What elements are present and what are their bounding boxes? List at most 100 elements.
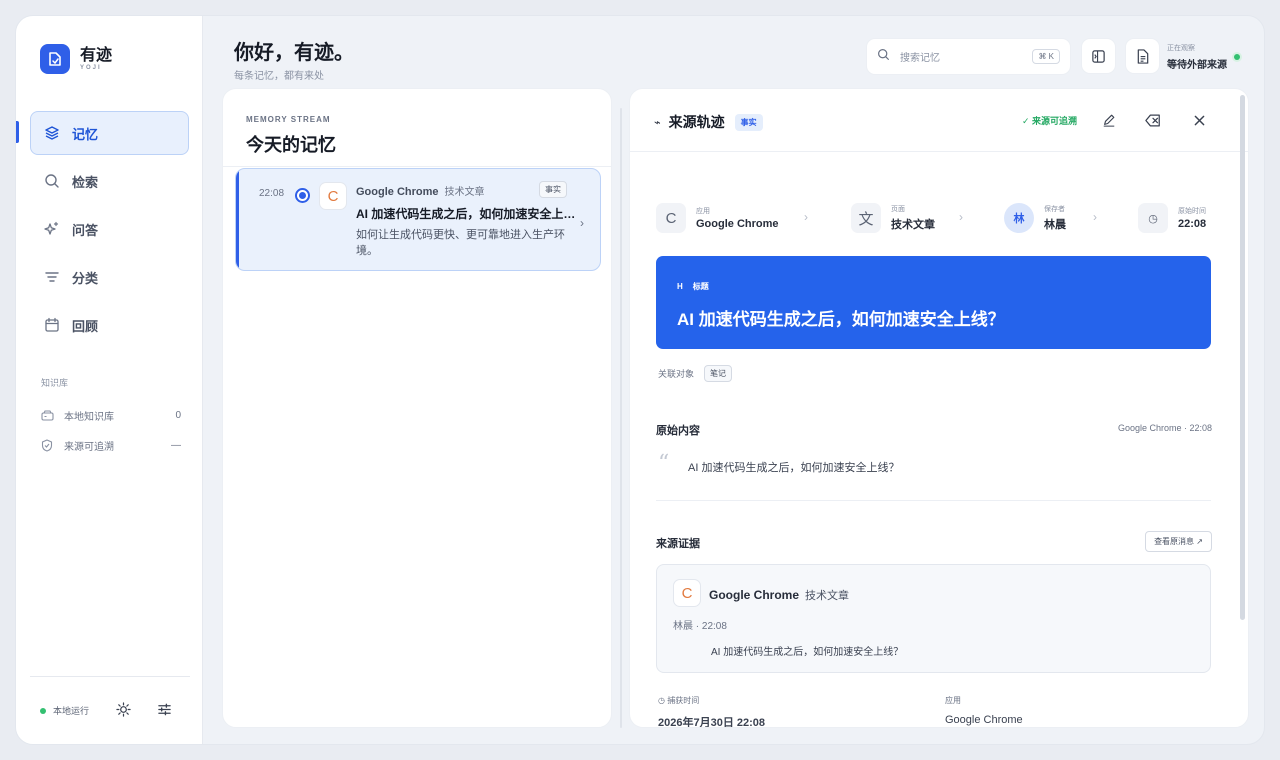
chrome-app-icon: C [319,182,347,210]
settings-button[interactable] [155,700,173,718]
nav-item-review[interactable]: 回顾 [30,303,189,347]
detail-title: ⌁ 来源轨迹 事实 [654,112,763,132]
memory-source-app: Google Chrome [356,186,439,198]
close-icon [1194,115,1204,125]
sidebar-divider [30,676,190,677]
toggle-panel-button[interactable] [1081,38,1116,74]
scrollbar[interactable] [1240,95,1245,620]
sidebar-panel-icon [1092,49,1105,63]
nav-item-search[interactable]: 检索 [30,159,189,203]
nav-label: 检索 [72,174,99,190]
nav-label: 记忆 [72,126,99,142]
original-quote: AI 加速代码生成之后，如何加速安全上线？ [688,462,900,474]
chevron-right-icon: › [804,210,808,224]
detail-header: ⌁ 来源轨迹 事实 ✓ 来源可追溯 [630,89,1248,152]
edit-button[interactable] [1100,111,1118,129]
chevron-right-icon: › [959,210,963,224]
evidence-category: 技术文章 [805,590,850,602]
meta-label: 原始时间 [1178,208,1206,215]
observe-value: 等待外部来源 [1167,60,1227,71]
run-status-label: 本地运行 [53,706,90,716]
kb-item-local[interactable]: 本地知识库 0 [41,408,181,423]
memory-title: AI 加速代码生成之后，如何加速安全上线？ [677,310,1005,329]
nav-item-memory[interactable]: 记忆 [30,111,189,155]
page-title: 你好，有迹。 [234,42,354,64]
status-dot-icon [40,707,46,714]
theme-toggle-button[interactable] [114,700,132,718]
pencil-icon [1103,114,1115,127]
memory-stream-panel: MEMORY STREAM 今天的记忆 22:08 C Google Chrom… [222,88,612,728]
memory-headline: AI 加速代码生成之后，如何加速安全上线？ [356,207,576,221]
kb-label: 本地知识库 [64,412,114,423]
filter-icon [43,268,61,286]
brand-name: 有迹 [80,47,113,64]
search-input[interactable]: 搜索记忆 ⌘ K [866,38,1071,75]
delete-button[interactable] [1144,111,1162,129]
meta-value: 林晨 [1044,219,1066,231]
active-indicator [16,121,19,143]
document-button[interactable] [1125,38,1160,74]
knowledge-title: 知识库 [41,378,69,388]
memory-time: 22:08 [259,188,285,199]
drive-icon [41,410,55,421]
brand-logo-icon [40,44,70,74]
sparkle-icon [43,220,61,238]
related-objects: 关联对象 笔记 [658,365,733,382]
memory-source: Google Chrome 技术文章 [356,183,485,198]
observe-label: 正在观察 [1167,45,1195,52]
meta-saver: 林 保存者 林晨 [1004,203,1066,233]
meta-label: 页面 [891,206,905,213]
chrome-app-icon: C [673,579,701,607]
app-window: 有迹 YOJI 记忆 检索 问答 分类 回顾 知识库 本地知识库 0 来源可追溯… [15,15,1265,745]
kb-value: — [171,440,181,451]
divider [223,166,611,167]
nav-item-categories[interactable]: 分类 [30,255,189,299]
shield-icon [41,439,55,452]
page-icon: 文 [851,203,881,233]
meta-time: ◷ 原始时间 22:08 [1138,203,1206,233]
stream-kicker: MEMORY STREAM [246,115,331,124]
search-icon [43,172,61,190]
sidebar: 有迹 YOJI 记忆 检索 问答 分类 回顾 知识库 本地知识库 0 来源可追溯… [16,16,203,744]
detail-title-text: 来源轨迹 [668,114,725,130]
nav-item-qa[interactable]: 问答 [30,207,189,251]
chevron-right-icon: › [580,216,584,230]
selected-radio[interactable] [295,188,310,203]
app-value: Google Chrome [945,714,1023,726]
panel-resizer[interactable] [620,108,622,728]
capture-time-value: 2026年7月30日 22:08 [658,717,766,728]
related-label: 关联对象 [658,369,695,379]
brand[interactable]: 有迹 YOJI [40,44,112,74]
backspace-icon [1145,114,1160,126]
stream-title: 今天的记忆 [246,135,336,155]
fact-badge: 事实 [734,113,763,131]
detail-panel: ⌁ 来源轨迹 事实 ✓ 来源可追溯 C 应用 Google Chrome › 文… [629,88,1249,728]
search-placeholder: 搜索记忆 [900,53,940,64]
page-subtitle: 每条记忆，都有来处 [234,71,324,82]
kb-label: 来源可追溯 [64,442,114,453]
title-card: H 标题 AI 加速代码生成之后，如何加速安全上线？ [656,256,1211,349]
memory-tag: 事实 [539,181,567,198]
memory-card[interactable]: 22:08 C Google Chrome 技术文章 事实 AI 加速代码生成之后… [235,168,601,271]
nav-label: 问答 [72,222,99,238]
clock-icon: ◷ [1138,203,1168,233]
view-original-button[interactable]: 查看原消息 ↗ [1145,531,1212,552]
close-button[interactable] [1190,111,1208,129]
original-meta: Google Chrome · 22:08 [1117,423,1212,433]
provenance-row: C 应用 Google Chrome › 文 页面 技术文章 › 林 保存者 林… [656,203,1212,233]
chevron-right-icon: › [1093,210,1097,224]
observe-dot-icon [1234,54,1240,60]
evidence-text: AI 加速代码生成之后，如何加速安全上线？ [711,647,904,658]
meta-label: 应用 [696,208,710,215]
meta-app: C 应用 Google Chrome [656,203,779,233]
kb-item-traceable[interactable]: 来源可追溯 — [41,438,181,453]
related-tag[interactable]: 笔记 [704,365,733,382]
meta-value: 22:08 [1178,218,1207,230]
app-label: 应用 [945,696,961,705]
shortcut-badge: ⌘ K [1032,49,1060,64]
memory-category: 技术文章 [444,187,485,198]
meta-value: Google Chrome [696,218,779,230]
selected-bar [236,169,239,270]
sun-icon [115,701,131,717]
layers-icon [43,124,61,142]
